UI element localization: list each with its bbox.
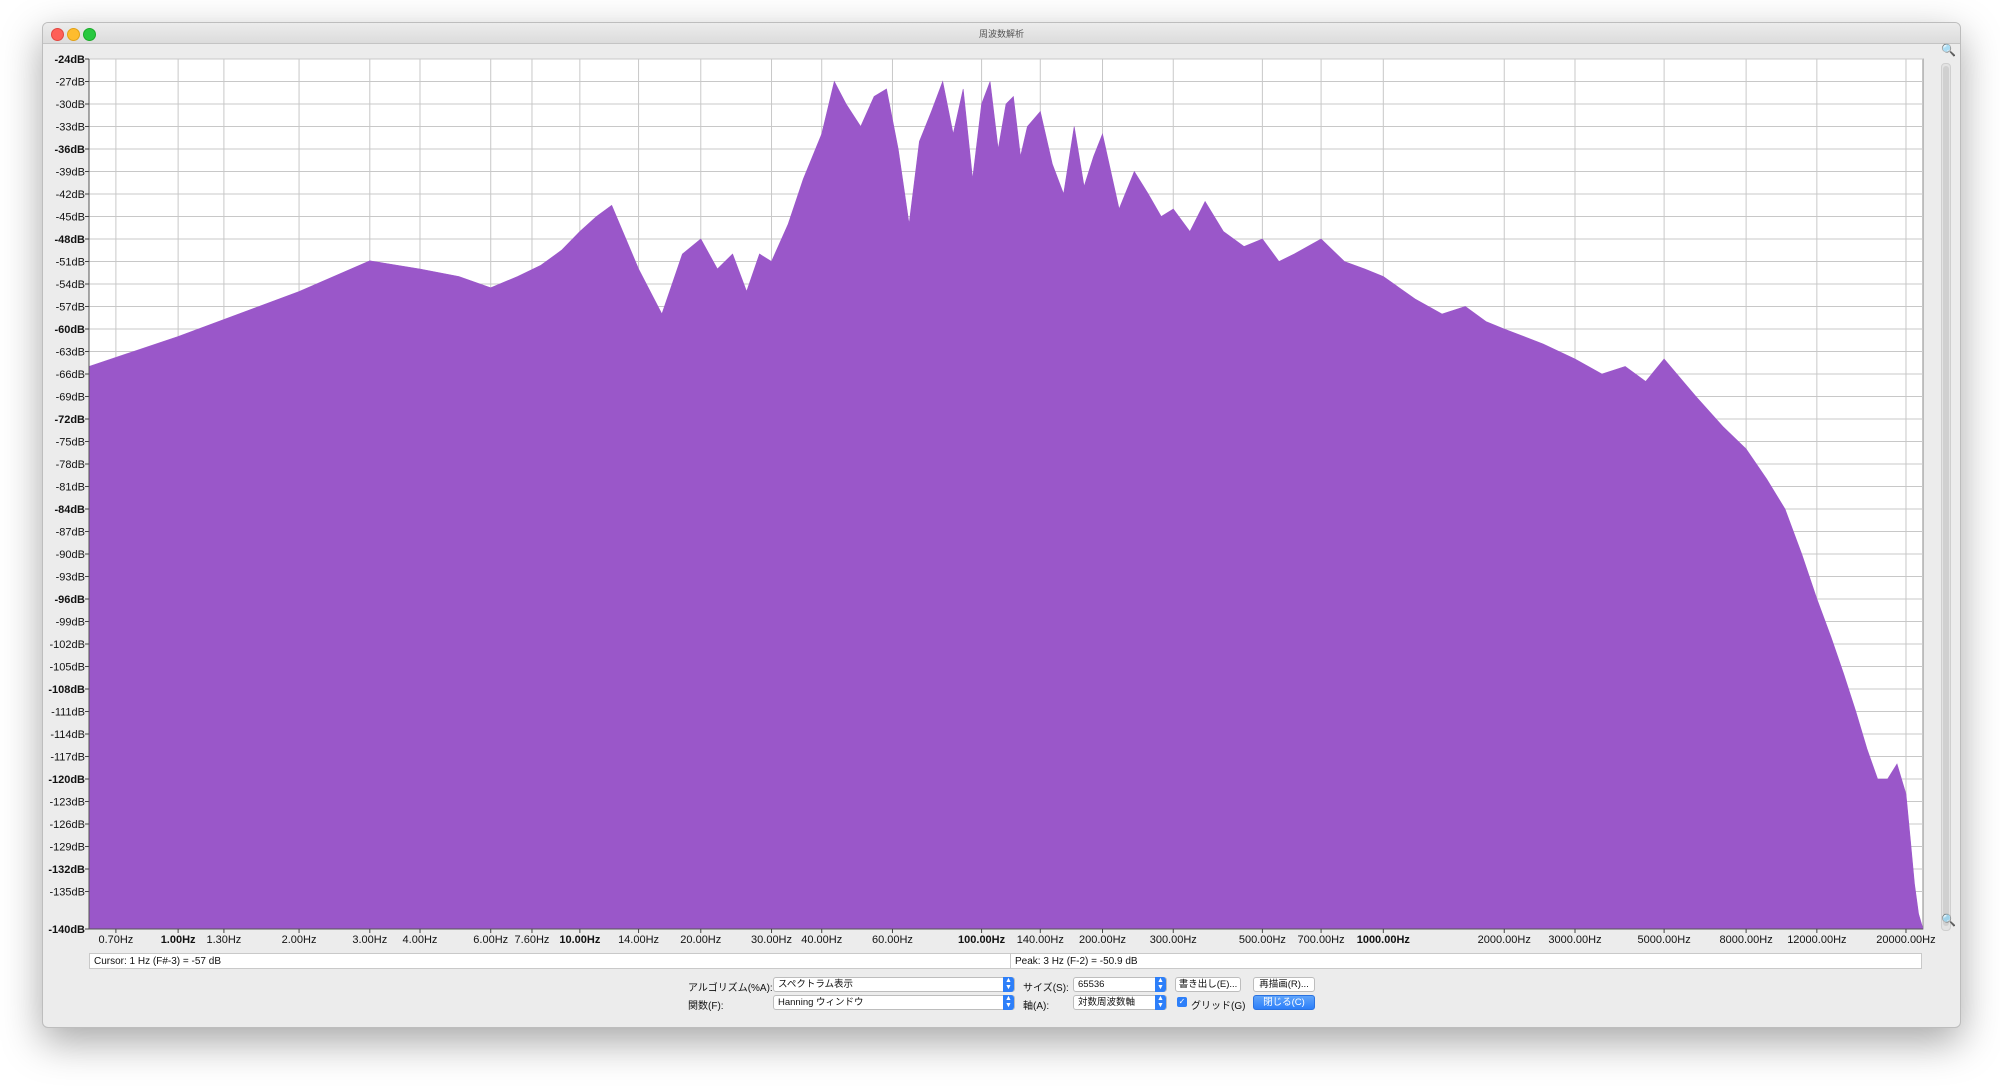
y-tick-label: -108dB bbox=[48, 684, 85, 696]
x-tick-label: 12000.00Hz bbox=[1787, 934, 1846, 946]
y-tick-label: -87dB bbox=[56, 527, 85, 539]
y-tick-label: -84dB bbox=[54, 504, 85, 516]
y-tick-label: -111dB bbox=[51, 707, 85, 719]
x-tick-label: 40.00Hz bbox=[801, 934, 842, 946]
select-arrows-icon: ▲ ▼ bbox=[1003, 995, 1014, 1010]
x-tick-label: 4.00Hz bbox=[403, 934, 438, 946]
close-button[interactable]: 閉じる(C) bbox=[1253, 995, 1315, 1010]
y-tick-label: -54dB bbox=[56, 279, 85, 291]
algorithm-label: アルゴリズム(%A): bbox=[688, 983, 773, 994]
x-tick-label: 0.70Hz bbox=[98, 934, 133, 946]
window-title: 周波数解析 bbox=[978, 29, 1024, 39]
y-tick-label: -81dB bbox=[56, 482, 85, 494]
y-tick-label: -90dB bbox=[56, 549, 85, 561]
grid-checkbox-label: グリッド(G) bbox=[1191, 1001, 1246, 1012]
y-tick-label: -42dB bbox=[56, 189, 85, 201]
x-tick-label: 200.00Hz bbox=[1079, 934, 1126, 946]
axis-label: 軸(A): bbox=[1023, 1001, 1050, 1012]
select-arrows-icon: ▲ ▼ bbox=[1155, 995, 1166, 1010]
x-tick-label: 300.00Hz bbox=[1150, 934, 1197, 946]
scrollbar-thumb[interactable] bbox=[1943, 66, 1949, 926]
y-tick-label: -66dB bbox=[56, 369, 85, 381]
y-tick-label: -72dB bbox=[54, 414, 85, 426]
y-tick-label: -129dB bbox=[50, 842, 85, 854]
y-tick-label: -48dB bbox=[54, 234, 85, 246]
cursor-readout: Cursor: 1 Hz (F#-3) = -57 dB bbox=[89, 953, 1059, 969]
y-tick-label: -117dB bbox=[50, 752, 85, 764]
x-tick-label: 2.00Hz bbox=[282, 934, 317, 946]
y-tick-label: -30dB bbox=[56, 99, 85, 111]
y-tick-label: -27dB bbox=[56, 77, 85, 89]
x-tick-label: 100.00Hz bbox=[958, 934, 1006, 946]
y-tick-label: -60dB bbox=[54, 324, 85, 336]
x-tick-label: 14.00Hz bbox=[618, 934, 659, 946]
x-tick-label: 700.00Hz bbox=[1298, 934, 1345, 946]
y-tick-label: -99dB bbox=[56, 617, 85, 629]
y-tick-label: -126dB bbox=[50, 819, 85, 831]
y-tick-label: -96dB bbox=[54, 594, 85, 606]
select-arrows-icon: ▲ ▼ bbox=[1003, 977, 1014, 992]
x-tick-label: 20.00Hz bbox=[680, 934, 721, 946]
vertical-scrollbar[interactable] bbox=[1941, 63, 1951, 931]
y-tick-label: -120dB bbox=[48, 774, 85, 786]
function-select[interactable]: Hanning ウィンドウ ▲ ▼ bbox=[773, 995, 1015, 1010]
y-tick-label: -78dB bbox=[56, 459, 85, 471]
x-tick-label: 30.00Hz bbox=[751, 934, 792, 946]
y-tick-label: -51dB bbox=[56, 257, 85, 269]
algorithm-select[interactable]: スペクトラム表示 ▲ ▼ bbox=[773, 977, 1015, 992]
select-arrows-icon: ▲ ▼ bbox=[1155, 977, 1166, 992]
y-tick-label: -75dB bbox=[56, 437, 85, 449]
title-bar: 周波数解析 bbox=[43, 23, 1960, 44]
y-tick-label: -33dB bbox=[56, 122, 85, 134]
size-select[interactable]: 65536 ▲ ▼ bbox=[1073, 977, 1167, 992]
x-tick-label: 6.00Hz bbox=[473, 934, 508, 946]
y-tick-label: -102dB bbox=[50, 639, 85, 651]
y-tick-label: -123dB bbox=[50, 797, 85, 809]
replot-button[interactable]: 再描画(R)... bbox=[1253, 977, 1315, 992]
frequency-analysis-window: 周波数解析 -24dB -27dB -30dB -33dB -36dB -39dB -42d… bbox=[42, 22, 1961, 1028]
y-tick-label: -36dB bbox=[54, 144, 85, 156]
x-tick-label: 8000.00Hz bbox=[1720, 934, 1773, 946]
function-label: 関数(F): bbox=[688, 1001, 724, 1012]
peak-readout: Peak: 3 Hz (F-2) = -50.9 dB bbox=[1010, 953, 1922, 969]
grid-checkbox[interactable]: ✓ bbox=[1177, 997, 1187, 1007]
x-tick-label: 60.00Hz bbox=[872, 934, 913, 946]
y-tick-label: -24dB bbox=[54, 54, 85, 66]
zoom-in-icon[interactable]: 🔍 bbox=[1941, 43, 1956, 57]
size-value: 65536 bbox=[1078, 979, 1105, 990]
x-tick-label: 20000.00Hz bbox=[1876, 934, 1935, 946]
y-tick-label: -140dB bbox=[48, 924, 85, 936]
y-tick-label: -135dB bbox=[50, 887, 85, 899]
x-tick-label: 1000.00Hz bbox=[1357, 934, 1411, 946]
size-label: サイズ(S): bbox=[1023, 983, 1069, 994]
export-button[interactable]: 書き出し(E)... bbox=[1175, 977, 1241, 992]
x-tick-label: 7.60Hz bbox=[515, 934, 550, 946]
y-tick-label: -69dB bbox=[56, 392, 85, 404]
y-tick-label: -105dB bbox=[50, 662, 85, 674]
x-tick-label: 140.00Hz bbox=[1017, 934, 1064, 946]
x-tick-label: 3.00Hz bbox=[352, 934, 387, 946]
x-tick-label: 3000.00Hz bbox=[1548, 934, 1601, 946]
y-tick-label: -63dB bbox=[56, 347, 85, 359]
spectrum-plot[interactable]: -24dB -27dB -30dB -33dB -36dB -39dB -42dB -45dB… bbox=[43, 43, 1960, 963]
algorithm-value: スペクトラム表示 bbox=[778, 979, 854, 990]
x-tick-label: 10.00Hz bbox=[559, 934, 600, 946]
function-value: Hanning ウィンドウ bbox=[778, 997, 864, 1008]
x-tick-label: 500.00Hz bbox=[1239, 934, 1286, 946]
y-tick-label: -57dB bbox=[56, 302, 85, 314]
zoom-out-icon[interactable]: 🔍 bbox=[1941, 913, 1956, 927]
axis-value: 対数周波数軸 bbox=[1078, 997, 1136, 1008]
y-tick-label: -39dB bbox=[56, 167, 85, 179]
y-tick-label: -114dB bbox=[50, 729, 85, 741]
y-tick-label: -132dB bbox=[48, 864, 85, 876]
y-tick-label: -93dB bbox=[56, 572, 85, 584]
x-tick-label: 1.30Hz bbox=[206, 934, 241, 946]
x-tick-label: 5000.00Hz bbox=[1638, 934, 1691, 946]
y-tick-label: -45dB bbox=[56, 212, 85, 224]
axis-select[interactable]: 対数周波数軸 ▲ ▼ bbox=[1073, 995, 1167, 1010]
x-tick-label: 2000.00Hz bbox=[1478, 934, 1531, 946]
x-tick-label: 1.00Hz bbox=[161, 934, 196, 946]
